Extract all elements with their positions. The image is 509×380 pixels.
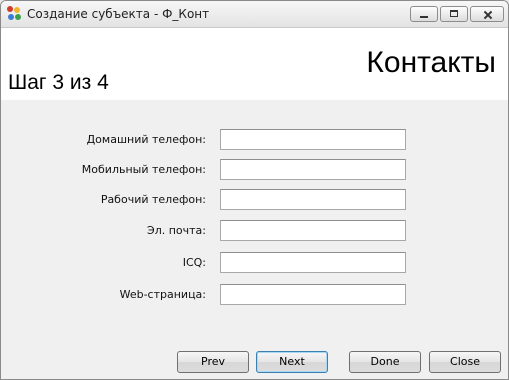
work-phone-input[interactable] bbox=[220, 189, 406, 210]
wizard-window: Создание субъекта - Ф_Конт Контакты Шаг … bbox=[0, 0, 509, 380]
prev-button[interactable]: Prev bbox=[177, 351, 249, 373]
home-phone-input[interactable] bbox=[220, 129, 406, 150]
minimize-icon bbox=[411, 7, 437, 21]
close-icon bbox=[471, 7, 503, 21]
form-row-web-page: Web-страница: bbox=[1, 284, 508, 306]
form-row-work-phone: Рабочий телефон: bbox=[1, 189, 508, 211]
web-page-label: Web-страница: bbox=[119, 288, 206, 301]
home-phone-label: Домашний телефон: bbox=[86, 133, 206, 146]
mobile-phone-label: Мобильный телефон: bbox=[81, 163, 206, 176]
done-button[interactable]: Done bbox=[349, 351, 421, 373]
mobile-phone-input[interactable] bbox=[220, 159, 406, 180]
close-window-button[interactable] bbox=[470, 6, 504, 22]
maximize-icon bbox=[441, 7, 467, 21]
form-row-email: Эл. почта: bbox=[1, 220, 508, 242]
form-row-mobile-phone: Мобильный телефон: bbox=[1, 159, 508, 181]
work-phone-label: Рабочий телефон: bbox=[100, 193, 206, 206]
next-button[interactable]: Next bbox=[256, 351, 328, 373]
wizard-header: Контакты Шаг 3 из 4 bbox=[1, 28, 508, 100]
email-input[interactable] bbox=[220, 220, 406, 241]
app-icon bbox=[7, 6, 23, 22]
page-heading: Контакты bbox=[366, 46, 496, 79]
minimize-button[interactable] bbox=[410, 6, 438, 22]
form-row-icq: ICQ: bbox=[1, 252, 508, 274]
icq-label: ICQ: bbox=[182, 256, 206, 269]
maximize-button[interactable] bbox=[440, 6, 468, 22]
form-row-home-phone: Домашний телефон: bbox=[1, 129, 508, 151]
step-indicator: Шаг 3 из 4 bbox=[8, 71, 109, 94]
window-title: Создание субъекта - Ф_Конт bbox=[27, 7, 210, 21]
close-button[interactable]: Close bbox=[429, 351, 501, 373]
icq-input[interactable] bbox=[220, 252, 406, 273]
title-bar[interactable]: Создание субъекта - Ф_Конт bbox=[1, 1, 508, 28]
web-page-input[interactable] bbox=[220, 284, 406, 305]
email-label: Эл. почта: bbox=[147, 224, 206, 237]
